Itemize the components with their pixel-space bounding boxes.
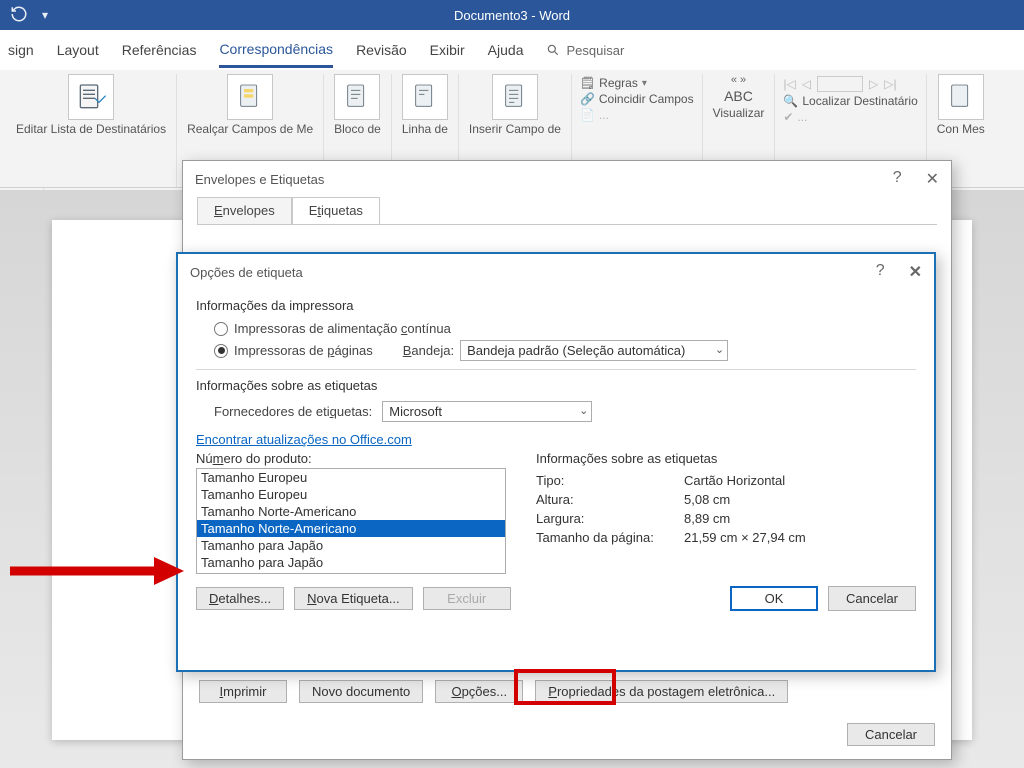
finish-label: Con Mes (937, 122, 985, 136)
ribbon-edit-list[interactable]: Editar Lista de Destinatários (6, 74, 177, 187)
visualizar-label: Visualizar (713, 106, 765, 120)
match-fields-button[interactable]: 🔗Coincidir Campos (580, 92, 694, 106)
print-button[interactable]: Imprimir (199, 680, 287, 703)
tab-exibir[interactable]: Exibir (430, 34, 465, 66)
update-labels-button: 📄... (580, 108, 694, 122)
chevron-down-icon: ⌄ (715, 343, 724, 356)
tray-value: Bandeja padrão (Seleção automática) (467, 343, 685, 358)
title-bar: ▾ Documento3 - Word (0, 0, 1024, 30)
ribbon-tabs: sign Layout Referências Correspondências… (0, 30, 1024, 70)
list-item-selected[interactable]: Tamanho Norte-Americano (197, 520, 505, 537)
details-button[interactable]: Detalhes... (196, 587, 284, 610)
search-label: Pesquisar (566, 43, 624, 58)
list-item[interactable]: Tamanho Europeu (197, 486, 505, 503)
cancel-button-env[interactable]: Cancelar (847, 723, 935, 746)
label-info-table: Tipo:Cartão Horizontal Altura:5,08 cm La… (536, 472, 806, 547)
list-item[interactable]: Tamanho Europeu (197, 469, 505, 486)
section-printer: Informações da impressora (196, 298, 916, 313)
radio-page[interactable]: Impressoras de páginas Bandeja: Bandeja … (214, 340, 916, 361)
options-button[interactable]: Opções... (435, 680, 523, 703)
record-nav[interactable]: |◁◁▷▷| (783, 76, 917, 92)
recipients-icon (68, 74, 114, 120)
dialog-opcoes-etiqueta: Opções de etiqueta ? ✕ Informações da im… (176, 252, 936, 672)
tab-ajuda[interactable]: Ajuda (488, 34, 524, 66)
tell-me-search[interactable]: Pesquisar (546, 43, 624, 58)
tab-etiquetas[interactable]: Etiquetas (292, 197, 380, 224)
linha-label: Linha de (402, 122, 448, 136)
abc-label: ABC (724, 88, 753, 104)
section-labels: Informações sobre as etiquetas (196, 378, 916, 393)
close-icon-opts[interactable]: ✕ (909, 262, 922, 282)
autosave-icon[interactable] (10, 5, 28, 26)
help-icon[interactable]: ? (893, 169, 902, 189)
tray-select[interactable]: Bandeja padrão (Seleção automática) ⌄ (460, 340, 728, 361)
inserir-label: Inserir Campo de (469, 122, 561, 136)
highlight-label: Realçar Campos de Me (187, 122, 313, 136)
dialog-title-env: Envelopes e Etiquetas (195, 172, 324, 187)
radio-continuous[interactable]: Impressoras de alimentação contínua (214, 321, 916, 336)
qat-more-icon[interactable]: ▾ (42, 8, 48, 22)
delete-button: Excluir (423, 587, 511, 610)
find-recipient-button[interactable]: 🔍Localizar Destinatário (783, 94, 917, 108)
check-errors-button: ✔... (783, 110, 917, 124)
recipients-label: Editar Lista de Destinatários (16, 122, 166, 136)
window-title: Documento3 - Word (454, 8, 570, 23)
vendor-select[interactable]: Microsoft ⌄ (382, 401, 592, 422)
label-info-heading: Informações sobre as etiquetas (536, 451, 806, 466)
vendor-value: Microsoft (389, 404, 442, 419)
radio-icon (214, 322, 228, 336)
dialog-title-opts: Opções de etiqueta (190, 265, 303, 280)
rules-button[interactable]: 🗒Regras ▾ (580, 76, 694, 90)
list-item[interactable]: Tamanho Norte-Americano (197, 503, 505, 520)
list-item[interactable]: Tamanho para Japão (197, 554, 505, 571)
search-icon (546, 43, 560, 57)
close-icon[interactable]: ✕ (926, 169, 939, 189)
bloco-label: Bloco de (334, 122, 381, 136)
postage-props-button[interactable]: Propriedades da postagem eletrônica... (535, 680, 788, 703)
new-doc-button[interactable]: Novo documento (299, 680, 423, 703)
tab-layout[interactable]: Layout (57, 34, 99, 66)
tab-design[interactable]: sign (8, 34, 34, 66)
tab-correspondencias[interactable]: Correspondências (219, 33, 333, 68)
tab-envelopes[interactable]: Envelopes (197, 197, 292, 224)
list-item[interactable]: Tamanho para Japão (197, 537, 505, 554)
ok-button[interactable]: OK (730, 586, 818, 611)
tab-revisao[interactable]: Revisão (356, 34, 407, 66)
product-number-listbox[interactable]: Tamanho Europeu Tamanho Europeu Tamanho … (196, 468, 506, 574)
new-label-button[interactable]: Nova Etiqueta... (294, 587, 413, 610)
office-updates-link[interactable]: Encontrar atualizações no Office.com (196, 432, 412, 447)
help-icon-opts[interactable]: ? (876, 262, 885, 282)
chevron-down-icon: ⌄ (579, 404, 588, 417)
radio-icon-selected (214, 344, 228, 358)
cancel-button-opts[interactable]: Cancelar (828, 586, 916, 611)
tab-referencias[interactable]: Referências (122, 34, 197, 66)
